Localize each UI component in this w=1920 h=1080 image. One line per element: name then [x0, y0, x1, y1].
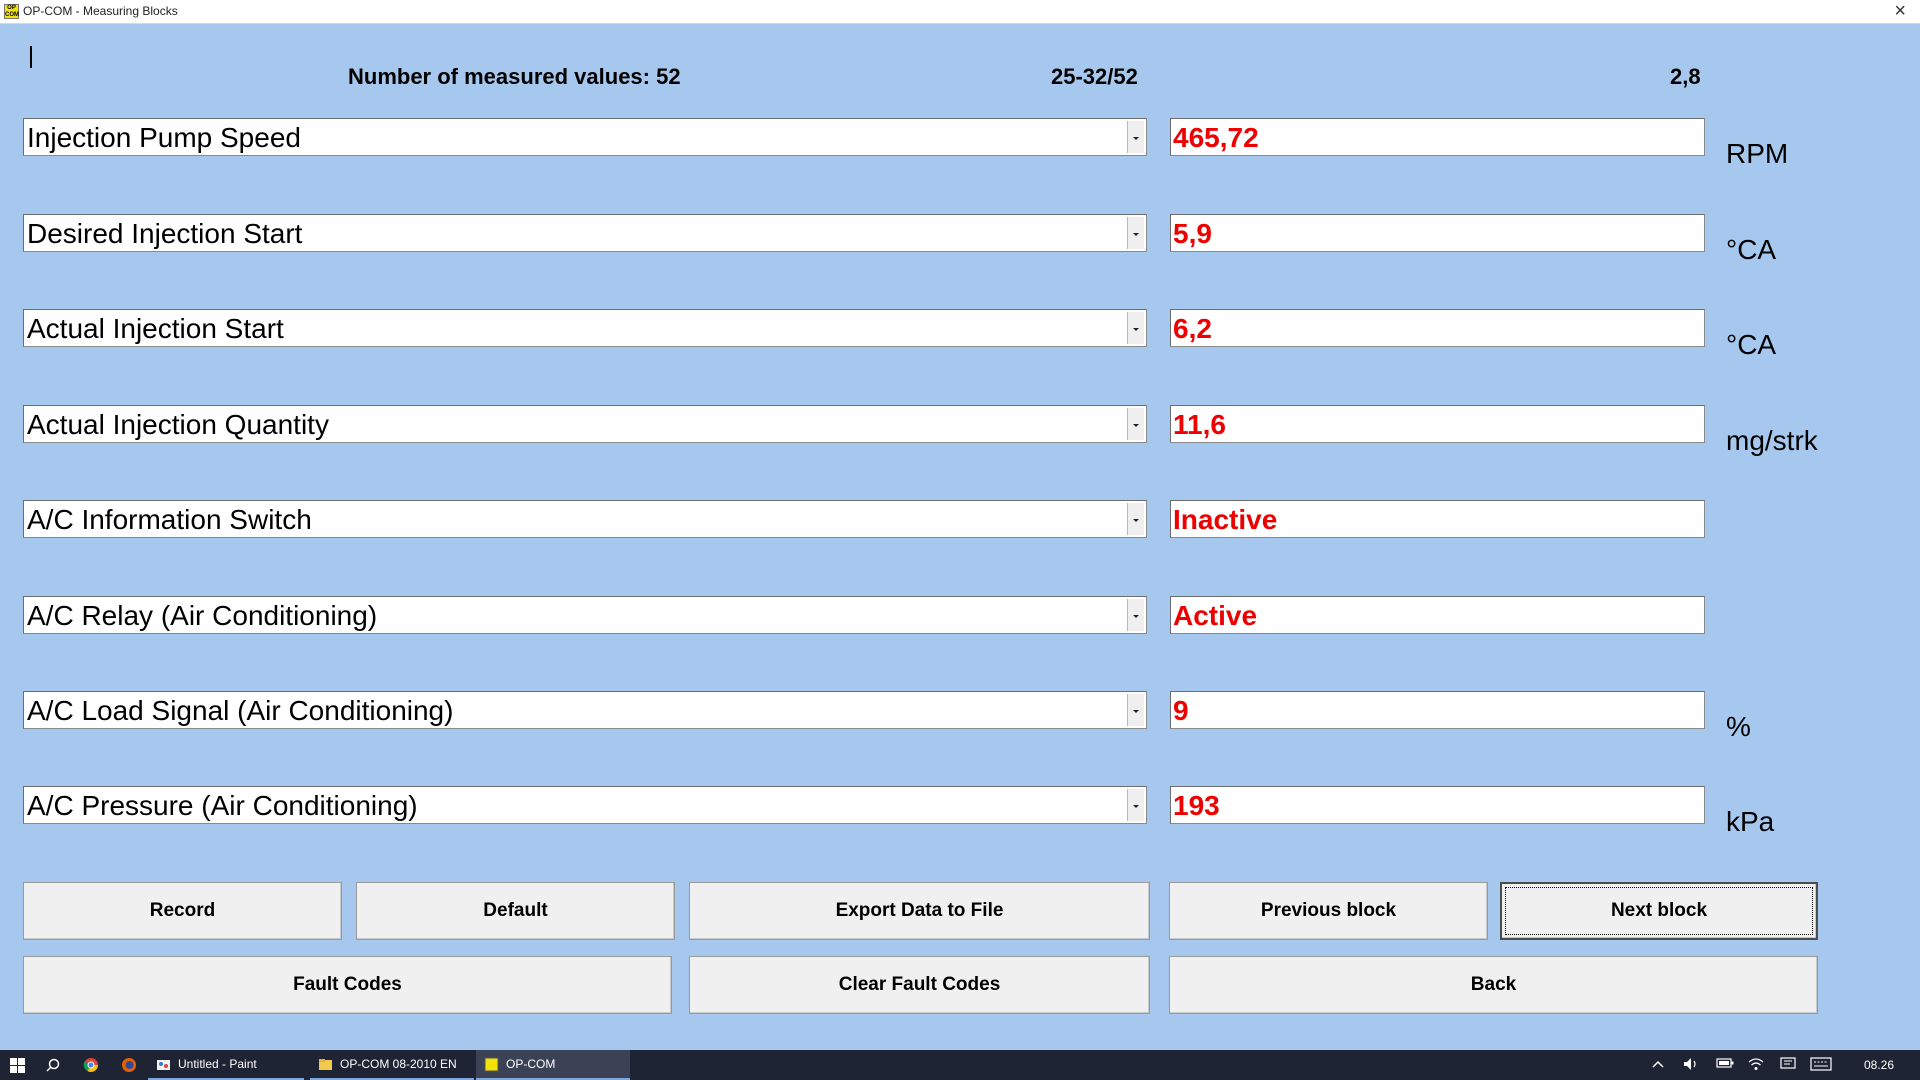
- default-button[interactable]: Default: [356, 882, 675, 940]
- taskbar-clock[interactable]: 08.26: [1864, 1058, 1894, 1072]
- fault-codes-button[interactable]: Fault Codes: [23, 956, 672, 1014]
- dropdown-button[interactable]: [1127, 312, 1144, 344]
- value-field-3: 6,2: [1170, 309, 1705, 347]
- value-field-6: Active: [1170, 596, 1705, 634]
- parameter-select-1[interactable]: Injection Pump Speed: [23, 118, 1147, 156]
- value-field-5: Inactive: [1170, 500, 1705, 538]
- window-title: OP-COM - Measuring Blocks: [23, 4, 178, 18]
- parameter-select-5[interactable]: A/C Information Switch: [23, 500, 1147, 538]
- parameter-select-8[interactable]: A/C Pressure (Air Conditioning): [23, 786, 1147, 824]
- task-label: Untitled - Paint: [178, 1057, 257, 1071]
- chevron-down-icon: [1133, 710, 1139, 713]
- value-field-4: 11,6: [1170, 405, 1705, 443]
- paint-icon: [157, 1060, 170, 1070]
- text-cursor: [30, 46, 32, 68]
- value-text: 465,72: [1173, 122, 1259, 153]
- chevron-down-icon: [1133, 615, 1139, 618]
- parameter-select-2[interactable]: Desired Injection Start: [23, 214, 1147, 252]
- unit-label-4: mg/strk: [1726, 425, 1818, 456]
- value-text: 6,2: [1173, 313, 1212, 344]
- value-text: Inactive: [1173, 504, 1278, 535]
- clear-fault-codes-button[interactable]: Clear Fault Codes: [689, 956, 1150, 1014]
- notification-icon[interactable]: [1780, 1057, 1796, 1074]
- value-field-2: 5,9: [1170, 214, 1705, 252]
- chevron-down-icon: [1133, 233, 1139, 236]
- value-text: Active: [1173, 600, 1258, 631]
- wifi-icon[interactable]: [1748, 1057, 1764, 1074]
- dropdown-button[interactable]: [1127, 789, 1144, 821]
- value-text: 193: [1173, 790, 1220, 821]
- dropdown-button[interactable]: [1127, 503, 1144, 535]
- parameter-select-text: A/C Information Switch: [27, 504, 312, 535]
- version-label: 2,8: [1670, 64, 1701, 89]
- op-com-icon: [484, 1057, 499, 1072]
- chevron-up-icon[interactable]: [1652, 1057, 1664, 1072]
- task-opcom-folder[interactable]: OP-COM 08-2010 EN: [310, 1050, 474, 1080]
- block-range: 25-32/52: [1051, 64, 1138, 89]
- record-button[interactable]: Record: [23, 882, 342, 940]
- search-icon[interactable]: [44, 1056, 62, 1074]
- unit-label-1: RPM: [1726, 138, 1789, 169]
- task-opcom[interactable]: OP-COM: [476, 1050, 630, 1080]
- parameter-select-7[interactable]: A/C Load Signal (Air Conditioning): [23, 691, 1147, 729]
- chevron-down-icon: [1133, 519, 1139, 522]
- close-icon[interactable]: ×: [1894, 0, 1906, 22]
- parameter-select-text: Desired Injection Start: [27, 218, 303, 249]
- next-block-button[interactable]: Next block: [1500, 882, 1818, 940]
- export-data-button[interactable]: Export Data to File: [689, 882, 1150, 940]
- taskbar: Untitled - Paint OP-COM 08-2010 EN OP-CO…: [0, 1050, 1920, 1080]
- op-com-app-icon: OP COM: [4, 4, 19, 19]
- parameter-select-text: A/C Relay (Air Conditioning): [27, 600, 378, 631]
- parameter-select-text: A/C Load Signal (Air Conditioning): [27, 695, 454, 726]
- task-paint[interactable]: Untitled - Paint: [148, 1050, 304, 1080]
- back-button[interactable]: Back: [1169, 956, 1818, 1014]
- battery-icon[interactable]: [1716, 1057, 1734, 1072]
- task-label: OP-COM: [506, 1057, 556, 1071]
- value-text: 5,9: [1173, 218, 1212, 249]
- task-label: OP-COM 08-2010 EN: [340, 1057, 457, 1071]
- previous-block-button[interactable]: Previous block: [1169, 882, 1488, 940]
- value-field-1: 465,72: [1170, 118, 1705, 156]
- parameter-select-3[interactable]: Actual Injection Start: [23, 309, 1147, 347]
- value-field-7: 9: [1170, 691, 1705, 729]
- firefox-icon[interactable]: [120, 1056, 138, 1074]
- unit-label-3: °CA: [1726, 329, 1777, 360]
- dropdown-button[interactable]: [1127, 694, 1144, 726]
- chevron-down-icon: [1133, 424, 1139, 427]
- value-field-8: 193: [1170, 786, 1705, 824]
- chevron-down-icon: [1133, 137, 1139, 140]
- chevron-down-icon: [1133, 805, 1139, 808]
- folder-icon: [319, 1059, 332, 1070]
- unit-label-2: °CA: [1726, 234, 1777, 265]
- chrome-icon[interactable]: [82, 1056, 100, 1074]
- measured-values-count: Number of measured values: 52: [348, 64, 681, 89]
- volume-icon[interactable]: [1683, 1057, 1699, 1074]
- dropdown-button[interactable]: [1127, 408, 1144, 440]
- windows-start-icon[interactable]: [10, 1058, 26, 1074]
- parameter-select-text: Actual Injection Quantity: [27, 409, 329, 440]
- parameter-select-6[interactable]: A/C Relay (Air Conditioning): [23, 596, 1147, 634]
- parameter-select-text: Actual Injection Start: [27, 313, 284, 344]
- parameter-select-text: A/C Pressure (Air Conditioning): [27, 790, 418, 821]
- parameter-select-text: Injection Pump Speed: [27, 122, 301, 153]
- dropdown-button[interactable]: [1127, 121, 1144, 153]
- dropdown-button[interactable]: [1127, 217, 1144, 249]
- title-bar: OP COM OP-COM - Measuring Blocks ×: [0, 0, 1920, 24]
- value-text: 9: [1173, 695, 1189, 726]
- chevron-down-icon: [1133, 328, 1139, 331]
- keyboard-icon[interactable]: [1810, 1057, 1832, 1074]
- dropdown-button[interactable]: [1127, 599, 1144, 631]
- unit-label-7: %: [1726, 711, 1751, 742]
- parameter-select-4[interactable]: Actual Injection Quantity: [23, 405, 1147, 443]
- unit-label-8: kPa: [1726, 806, 1775, 837]
- value-text: 11,6: [1173, 409, 1226, 440]
